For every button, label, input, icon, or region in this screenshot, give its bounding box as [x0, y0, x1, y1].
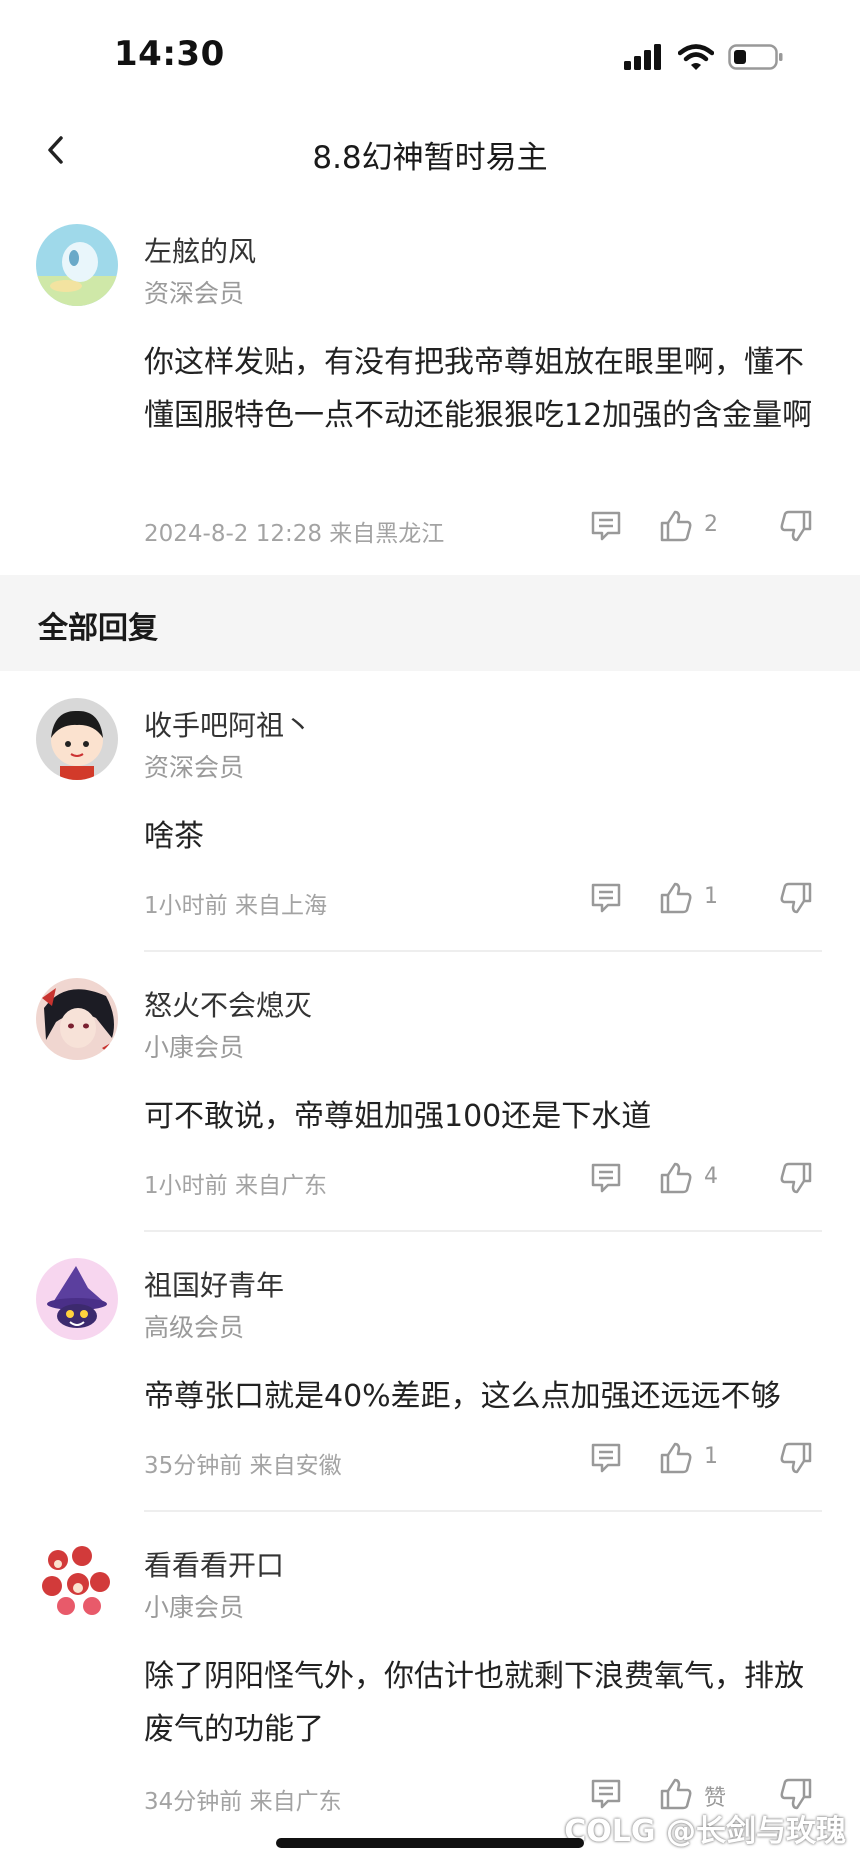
- post-actions: 2: [588, 508, 818, 548]
- status-time: 14:30: [114, 34, 225, 74]
- reply-actions: 4: [588, 1160, 818, 1200]
- status-bar: 14:30: [0, 0, 860, 110]
- avatar[interactable]: [36, 224, 118, 306]
- reply-author[interactable]: 收手吧阿祖丶: [144, 704, 312, 744]
- comment-icon[interactable]: [588, 1160, 624, 1196]
- reply-item: 看看看开口 小康会员 除了阴阳怪气外，你估计也就剩下浪费氧气，排放废气的功能了 …: [0, 1530, 860, 1850]
- comment-icon[interactable]: [588, 1440, 624, 1476]
- post-author-level: 资深会员: [144, 279, 245, 308]
- reply-content: 帝尊张口就是40%差距，这么点加强还远远不够: [144, 1379, 781, 1414]
- post-meta: 2024-8-2 12:28 来自黑龙江: [144, 521, 445, 547]
- reply-item: 祖国好青年 高级会员 帝尊张口就是40%差距，这么点加强还远远不够 35分钟前 …: [0, 1250, 860, 1530]
- reply-content: 除了阴阳怪气外，你估计也就剩下浪费氧气，排放废气的功能了: [144, 1659, 804, 1747]
- reply-content: 可不敢说，帝尊姐加强100还是下水道: [144, 1099, 652, 1134]
- page-title: 8.8幻神暂时易主: [312, 140, 548, 176]
- thumbs-down-icon[interactable]: [778, 508, 814, 544]
- thumbs-up-icon[interactable]: [658, 1160, 694, 1196]
- thumbs-up-icon[interactable]: [658, 880, 694, 916]
- thumbs-down-icon[interactable]: [778, 1160, 814, 1196]
- wifi-icon: [678, 44, 714, 70]
- status-icons: [624, 44, 784, 70]
- avatar[interactable]: [36, 1258, 118, 1340]
- like-count: 1: [704, 1444, 718, 1469]
- reply-author-level: 小康会员: [144, 1593, 245, 1622]
- original-post: 左舷的风 资深会员 你这样发贴，有没有把我帝尊姐放在眼里啊，懂不懂国服特色一点不…: [0, 212, 860, 572]
- avatar[interactable]: [36, 978, 118, 1060]
- home-indicator[interactable]: [276, 1838, 584, 1848]
- post-content: 你这样发贴，有没有把我帝尊姐放在眼里啊，懂不懂国服特色一点不动还能狠狠吃12加强…: [144, 345, 813, 433]
- reply-item: 怒火不会熄灭 小康会员 可不敢说，帝尊姐加强100还是下水道 1小时前 来自广东…: [0, 970, 860, 1250]
- nav-bar: 8.8幻神暂时易主: [0, 112, 860, 192]
- reply-author-level: 高级会员: [144, 1313, 245, 1342]
- reply-author-level: 资深会员: [144, 753, 245, 782]
- reply-content: 啥茶: [144, 819, 204, 854]
- reply-actions: 1: [588, 1440, 818, 1480]
- divider: [144, 1230, 822, 1232]
- reply-actions: 1: [588, 880, 818, 920]
- thumbs-down-icon[interactable]: [778, 880, 814, 916]
- reply-meta: 1小时前 来自广东: [144, 1173, 327, 1199]
- like-count: 1: [704, 884, 718, 909]
- signal-icon: [624, 44, 661, 70]
- post-author[interactable]: 左舷的风: [144, 230, 256, 270]
- comment-icon[interactable]: [588, 880, 624, 916]
- watermark: COLG @长剑与玫瑰: [564, 1814, 846, 1849]
- like-count: 4: [704, 1164, 718, 1189]
- reply-meta: 34分钟前 来自广东: [144, 1789, 342, 1815]
- thumbs-up-icon[interactable]: [658, 508, 694, 544]
- avatar[interactable]: [36, 698, 118, 780]
- avatar[interactable]: [36, 1538, 118, 1620]
- thumbs-up-icon[interactable]: [658, 1440, 694, 1476]
- replies-section-header: 全部回复: [0, 575, 860, 671]
- reply-author[interactable]: 怒火不会熄灭: [144, 984, 312, 1024]
- reply-meta: 1小时前 来自上海: [144, 893, 327, 919]
- like-count: 2: [704, 512, 718, 537]
- comment-icon[interactable]: [588, 508, 624, 544]
- reply-author-level: 小康会员: [144, 1033, 245, 1062]
- reply-author[interactable]: 看看看开口: [144, 1544, 284, 1584]
- reply-meta: 35分钟前 来自安徽: [144, 1453, 342, 1479]
- divider: [144, 1510, 822, 1512]
- reply-item: 收手吧阿祖丶 资深会员 啥茶 1小时前 来自上海 1: [0, 690, 860, 970]
- divider: [144, 950, 822, 952]
- thumbs-down-icon[interactable]: [778, 1440, 814, 1476]
- battery-icon: [728, 44, 783, 70]
- reply-author[interactable]: 祖国好青年: [144, 1264, 284, 1304]
- section-title: 全部回复: [38, 611, 158, 646]
